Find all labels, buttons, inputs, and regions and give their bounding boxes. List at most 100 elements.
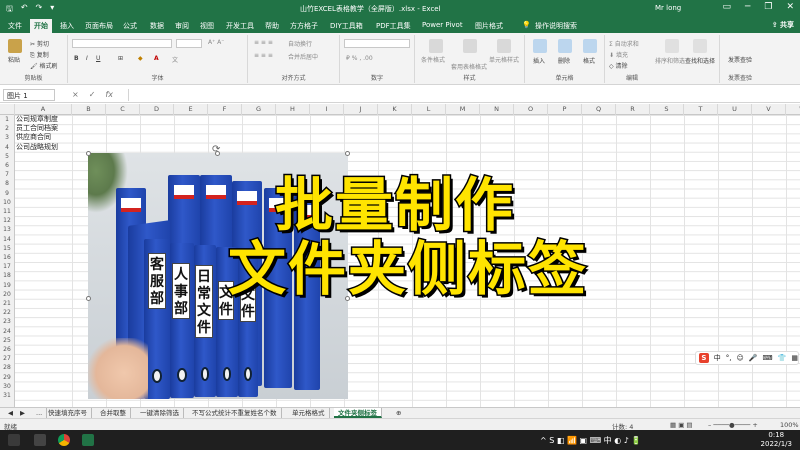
sort-filter-icon[interactable] xyxy=(665,39,679,53)
font-size-combo[interactable] xyxy=(176,39,202,48)
column-header-f[interactable]: F xyxy=(208,104,242,115)
bold-icon[interactable]: B xyxy=(74,55,79,62)
row-header[interactable]: 16 xyxy=(0,253,14,262)
font-color-icon[interactable]: A xyxy=(154,55,159,62)
row-header[interactable]: 27 xyxy=(0,354,14,363)
column-header-w[interactable]: W xyxy=(786,104,800,115)
tab-home[interactable]: 开始 xyxy=(30,19,52,33)
share-button[interactable]: ⇪ 共享 xyxy=(772,20,794,30)
start-icon[interactable] xyxy=(8,434,20,446)
sheet-tab-quick-fill[interactable]: 快速填充序号 xyxy=(44,408,92,418)
punctuation-icon[interactable]: °, xyxy=(726,354,732,362)
row-header[interactable]: 21 xyxy=(0,299,14,308)
cell-a1[interactable]: 公司规章制度 xyxy=(16,115,58,124)
conditional-format-icon[interactable] xyxy=(429,39,443,53)
tab-picture-format[interactable]: 图片格式 xyxy=(475,21,503,31)
column-header-p[interactable]: P xyxy=(548,104,582,115)
insert-cells-icon[interactable] xyxy=(533,39,547,53)
column-header-o[interactable]: O xyxy=(514,104,548,115)
column-header-s[interactable]: S xyxy=(650,104,684,115)
column-header-j[interactable]: J xyxy=(344,104,378,115)
border-icon[interactable]: ⊞ xyxy=(118,55,123,62)
enter-icon[interactable]: ✓ xyxy=(89,90,96,99)
alienware-icon[interactable] xyxy=(34,434,46,446)
cell-a3[interactable]: 供应商合同 xyxy=(16,133,51,142)
column-header-k[interactable]: K xyxy=(378,104,412,115)
column-header-r[interactable]: R xyxy=(616,104,650,115)
clock-date[interactable]: 2022/1/3 xyxy=(761,440,792,449)
clear-button[interactable]: ◇ 清除 xyxy=(609,61,628,70)
ime-language[interactable]: 中 xyxy=(714,353,721,363)
column-header-g[interactable]: G xyxy=(242,104,276,115)
tab-diy-toolbox[interactable]: DIY工具箱 xyxy=(330,21,363,31)
tab-pdf-tools[interactable]: PDF工具集 xyxy=(376,21,411,31)
cell-a4[interactable]: 公司战略规划 xyxy=(16,143,58,152)
row-header[interactable]: 8 xyxy=(0,179,14,188)
sort-filter-button[interactable]: 排序和筛选 xyxy=(655,56,685,65)
format-painter-button[interactable]: 🖌 格式刷 xyxy=(30,61,58,70)
table-format-icon[interactable] xyxy=(463,39,477,53)
cell-style-icon[interactable] xyxy=(497,39,511,53)
user-name[interactable]: Mr long xyxy=(655,4,681,12)
save-icon[interactable]: 🖫 xyxy=(6,3,13,17)
zoom-level[interactable]: 100% xyxy=(780,421,799,429)
row-header[interactable]: 14 xyxy=(0,235,14,244)
sheet-scroll-right-icon[interactable]: ▶ xyxy=(16,408,29,418)
ribbon-display-icon[interactable]: ▭ xyxy=(722,2,731,12)
tab-developer[interactable]: 开发工具 xyxy=(226,21,254,31)
conditional-format-button[interactable]: 条件格式 xyxy=(421,55,445,64)
align-left-icon[interactable]: ≡ ≡ ≡ xyxy=(254,52,273,59)
row-header[interactable]: 30 xyxy=(0,382,14,391)
tab-review[interactable]: 审阅 xyxy=(175,21,189,31)
delete-cells-icon[interactable] xyxy=(558,39,572,53)
add-sheet-icon[interactable]: ⊕ xyxy=(392,408,405,418)
undo-icon[interactable]: ↶ xyxy=(21,3,28,17)
number-format-combo[interactable] xyxy=(344,39,410,48)
tab-insert[interactable]: 插入 xyxy=(60,21,74,31)
skin-icon[interactable]: 👕 xyxy=(778,354,787,362)
name-box[interactable]: 图片 1 xyxy=(3,89,55,101)
row-header[interactable]: 28 xyxy=(0,363,14,372)
row-header[interactable]: 4 xyxy=(0,143,14,152)
resize-handle[interactable] xyxy=(86,296,91,301)
column-header-q[interactable]: Q xyxy=(582,104,616,115)
clock-time[interactable]: 0:18 xyxy=(761,431,792,440)
tab-file[interactable]: 文件 xyxy=(8,21,22,31)
column-header-b[interactable]: B xyxy=(72,104,106,115)
row-header[interactable]: 15 xyxy=(0,244,14,253)
phonetic-icon[interactable]: 文 xyxy=(172,55,178,64)
ime-toolbar[interactable]: S 中 °, ☺ 🎤 ⌨ 👕 ▦ xyxy=(695,351,799,365)
invoice-check-button[interactable]: 发票查验 xyxy=(728,55,752,64)
paste-button[interactable]: 粘贴 xyxy=(8,55,20,64)
tab-view[interactable]: 视图 xyxy=(200,21,214,31)
fill-button[interactable]: ⬇ 填充 xyxy=(609,50,628,59)
align-top-icon[interactable]: ≡ ≡ ≡ xyxy=(254,39,273,46)
cell-a2[interactable]: 员工合同档案 xyxy=(16,124,58,133)
row-header[interactable]: 6 xyxy=(0,161,14,170)
cell-style-button[interactable]: 单元格样式 xyxy=(489,55,519,64)
function-icon[interactable]: fx xyxy=(105,90,113,99)
currency-icon[interactable]: ₽ % , .00 xyxy=(346,55,373,62)
column-header-d[interactable]: D xyxy=(140,104,174,115)
format-cells-icon[interactable] xyxy=(583,39,597,53)
tab-formulas[interactable]: 公式 xyxy=(123,21,137,31)
row-header[interactable]: 9 xyxy=(0,189,14,198)
resize-handle[interactable] xyxy=(215,151,220,156)
row-header[interactable]: 2 xyxy=(0,124,14,133)
menu-grid-icon[interactable]: ▦ xyxy=(791,354,798,362)
view-normal-icon[interactable]: ▦ ▣ ▤ xyxy=(670,421,693,429)
sheet-tab-folder-label[interactable]: 文件夹侧标签 xyxy=(334,408,382,418)
tab-help[interactable]: 帮助 xyxy=(265,21,279,31)
table-format-button[interactable]: 套用表格格式 xyxy=(451,62,487,71)
row-header[interactable]: 12 xyxy=(0,216,14,225)
customize-icon[interactable]: ▾ xyxy=(50,3,54,17)
minimize-icon[interactable]: ─ xyxy=(745,2,750,12)
row-header[interactable]: 18 xyxy=(0,271,14,280)
row-header[interactable]: 23 xyxy=(0,317,14,326)
sheet-tab-merge-round[interactable]: 合并取整 xyxy=(96,408,131,418)
microphone-icon[interactable]: 🎤 xyxy=(749,354,758,362)
row-header[interactable]: 5 xyxy=(0,152,14,161)
formula-input[interactable] xyxy=(128,89,796,101)
row-header[interactable]: 7 xyxy=(0,170,14,179)
tab-fangfang[interactable]: 方方格子 xyxy=(290,21,318,31)
